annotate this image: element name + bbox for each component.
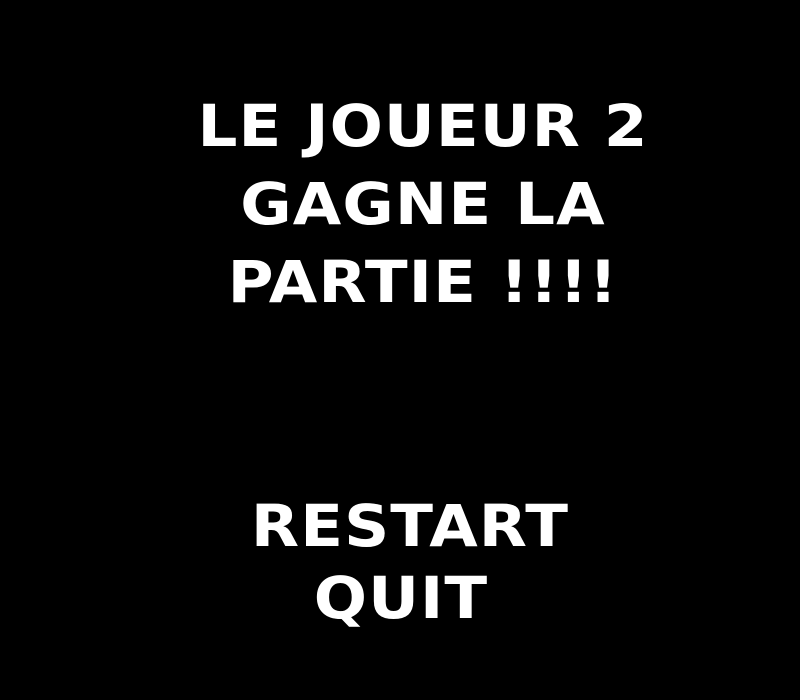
winner-message-line-3: PARTIE !!!!: [227, 248, 619, 316]
winner-message-line-2: GAGNE LA: [240, 170, 606, 238]
restart-button[interactable]: RESTART: [0, 490, 800, 562]
quit-button[interactable]: QUIT: [0, 562, 800, 634]
game-over-screen: LE JOUEUR 2 GAGNE LA PARTIE !!!! RESTART…: [0, 0, 800, 700]
winner-message-line-1: LE JOUEUR 2: [197, 92, 649, 160]
